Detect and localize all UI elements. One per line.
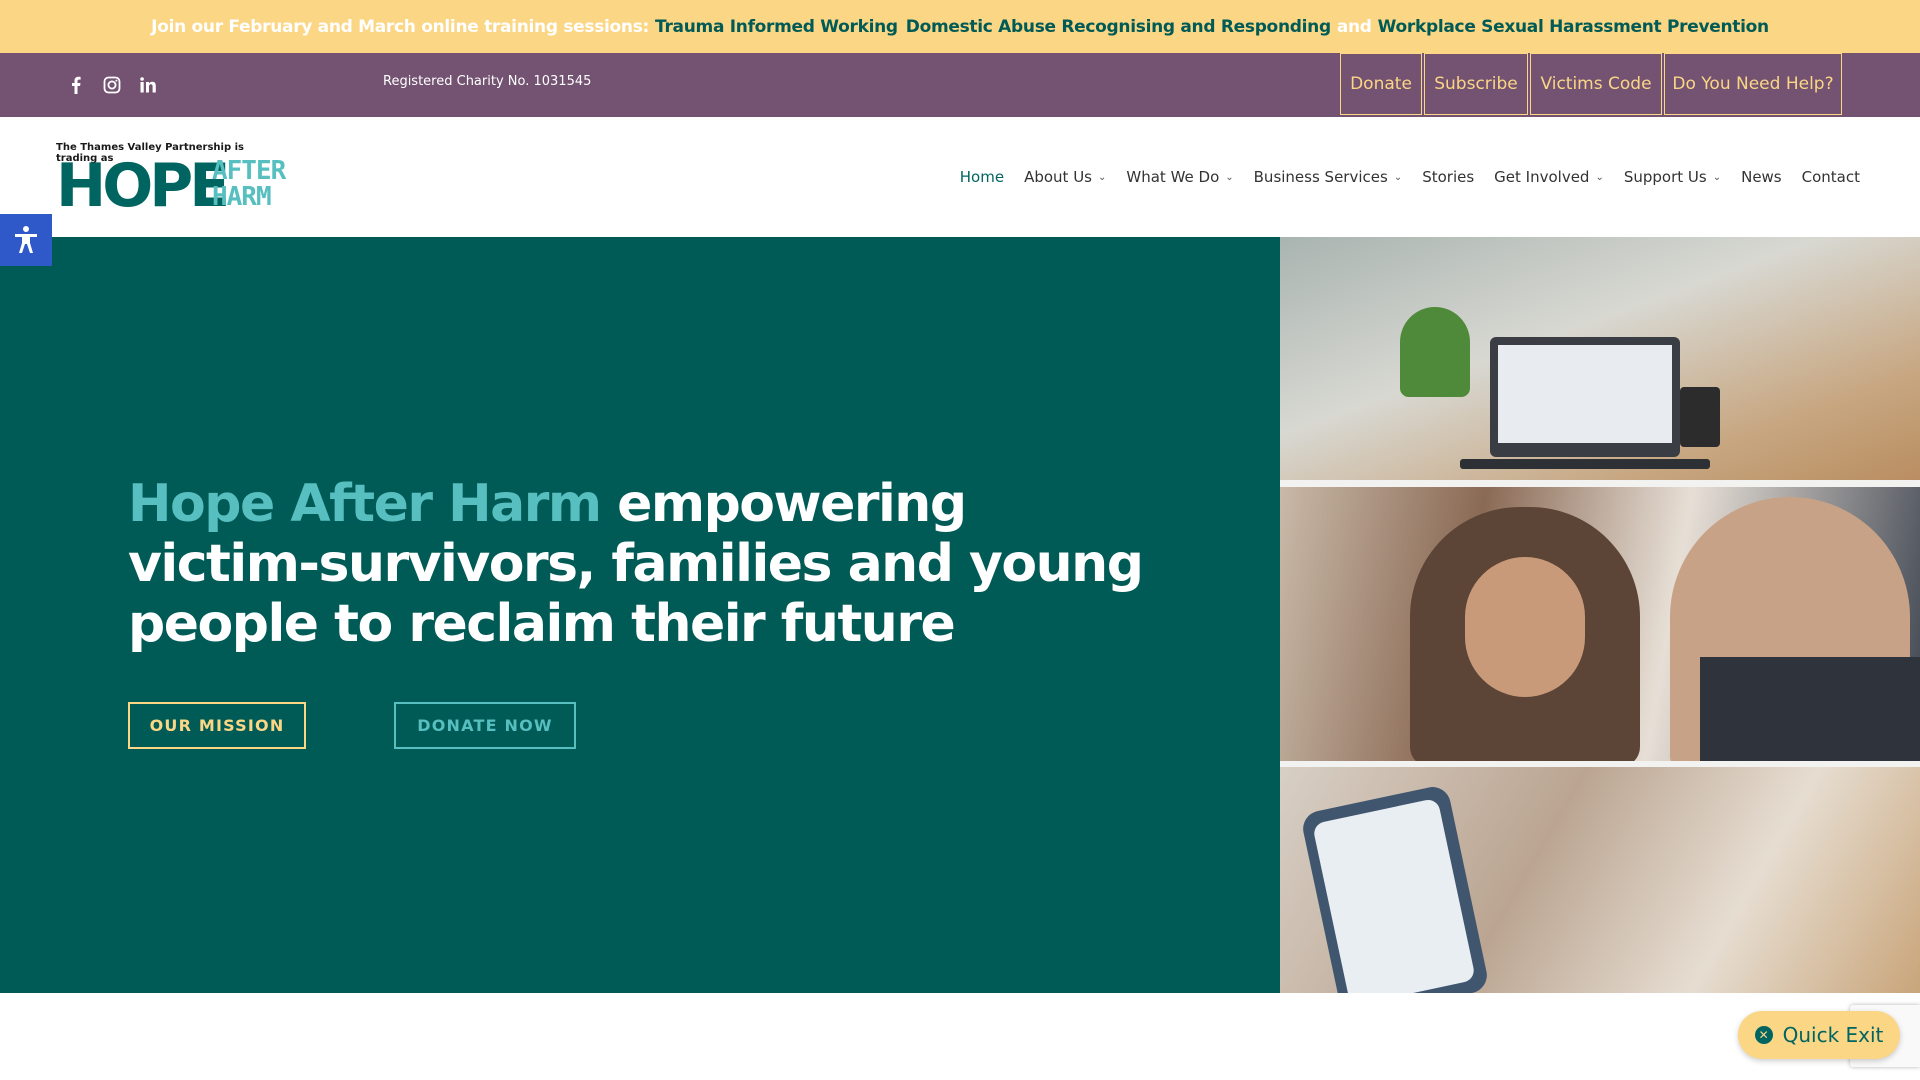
announcement-joiner: and [1336,16,1372,37]
quick-exit-label: Quick Exit [1782,1023,1884,1047]
nav-label: Home [959,168,1005,186]
nav-item-business-services[interactable]: Business Services ⌄ [1254,168,1403,186]
nav-label: News [1741,168,1782,186]
accessibility-icon [15,226,37,253]
logo-harm: HARM [212,182,272,212]
nav-label: What We Do [1126,168,1220,186]
nav-item-contact[interactable]: Contact [1802,168,1860,186]
nav-item-support-us[interactable]: Support Us ⌄ [1624,168,1721,186]
chevron-down-icon: ⌄ [1595,171,1604,183]
nav-label: Business Services [1253,168,1388,186]
accessibility-button[interactable] [0,214,52,266]
hero-headline: Hope After Harm empowering victim-surviv… [128,474,1168,654]
training-link-trauma[interactable]: Trauma Informed Working [655,17,898,37]
subscribe-button[interactable]: Subscribe [1424,53,1528,115]
our-mission-button[interactable]: OUR MISSION [128,702,306,749]
nav-item-home[interactable]: Home [960,168,1004,186]
donate-now-button[interactable]: DONATE NOW [394,702,576,749]
top-button-group: Donate Subscribe Victims Code Do You Nee… [1340,53,1844,117]
training-link-domestic-abuse[interactable]: Domestic Abuse Recognising and Respondin… [906,17,1331,37]
chevron-down-icon: ⌄ [1393,171,1403,183]
instagram-icon[interactable] [97,70,127,100]
linkedin-icon[interactable] [133,70,163,100]
hero-photo-collage [1280,237,1920,993]
hero-headline-accent: Hope After Harm [128,474,602,534]
nav-item-what-we-do[interactable]: What We Do ⌄ [1126,168,1233,186]
logo-after: AFTER [212,156,286,186]
nav-item-stories[interactable]: Stories [1422,168,1474,186]
nav-label: Support Us [1623,168,1707,186]
close-icon: ✕ [1754,1026,1773,1044]
nav-label: Contact [1801,168,1860,186]
chevron-down-icon: ⌄ [1712,171,1722,183]
facebook-icon[interactable] [61,70,91,100]
office-laptop-photo [1280,237,1920,497]
nav-item-get-involved[interactable]: Get Involved ⌄ [1494,168,1604,186]
victims-code-button[interactable]: Victims Code [1530,53,1662,115]
need-help-button[interactable]: Do You Need Help? [1664,53,1842,115]
chevron-down-icon: ⌄ [1098,171,1107,183]
nav-label: Stories [1422,168,1475,186]
nav-item-about-us[interactable]: About Us ⌄ [1024,168,1106,186]
woman-and-man-photo [1280,487,1920,767]
quick-exit-button[interactable]: ✕ Quick Exit [1738,1011,1900,1059]
phone-in-hand-photo [1280,767,1920,993]
site-logo[interactable]: The Thames Valley Partnership is trading… [56,142,286,221]
logo-hope: HOPE [56,151,230,221]
logo-after-harm: AFTER HARM [212,156,286,212]
main-nav: Home About Us ⌄ What We Do ⌄ Business Serv… [940,163,1860,191]
training-link-harassment[interactable]: Workplace Sexual Harassment Prevention [1378,17,1769,37]
announcement-text: Join our February and March online train… [151,16,650,37]
nav-label: Get Involved [1494,168,1590,186]
donate-button[interactable]: Donate [1340,53,1422,115]
chevron-down-icon: ⌄ [1225,171,1234,183]
charity-number: Registered Charity No. 1031545 [383,74,592,89]
nav-label: About Us [1024,168,1092,186]
nav-item-news[interactable]: News [1741,168,1782,186]
announcement-bar: Join our February and March online train… [0,0,1920,53]
